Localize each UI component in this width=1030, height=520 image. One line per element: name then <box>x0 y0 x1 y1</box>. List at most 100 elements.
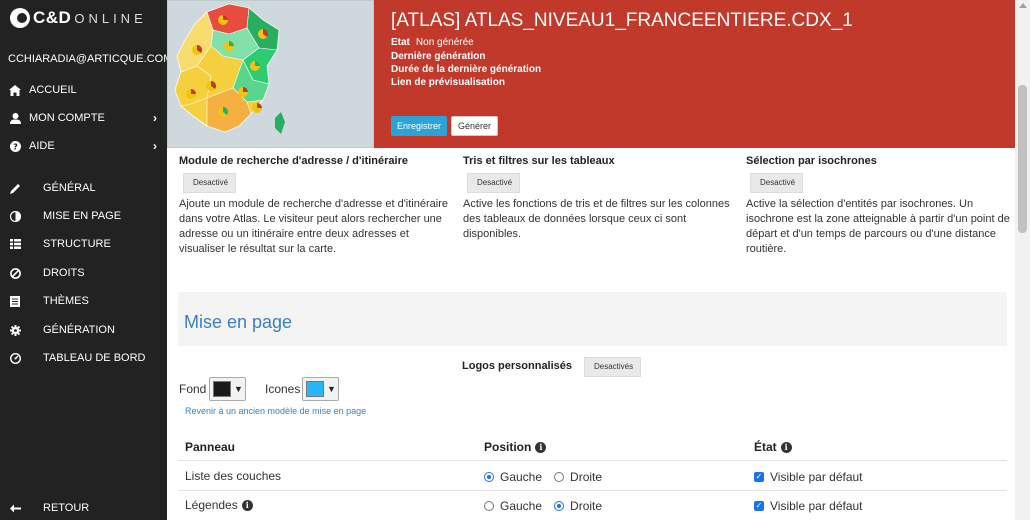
visible-checkbox-cell[interactable]: ✓ Visible par défaut <box>754 470 863 484</box>
sidebar: C&D ONLINE CCHIARADIA@ARTICQUE.COM ACCUE… <box>0 0 172 520</box>
svg-text:?: ? <box>13 142 18 151</box>
radio-button[interactable] <box>554 472 565 482</box>
table-divider <box>178 490 1007 491</box>
sidebar-item-droits[interactable]: DROITS <box>0 261 167 285</box>
radio-label: Droite <box>570 470 603 484</box>
info-icon[interactable]: i <box>535 441 547 453</box>
table-divider <box>178 460 1007 461</box>
home-icon <box>9 84 21 96</box>
generation-duration-label: Durée de la dernière génération <box>391 64 542 75</box>
sidebar-item-label: GÉNÉRATION <box>43 324 115 336</box>
pencil-icon <box>9 182 21 194</box>
info-icon[interactable]: i <box>241 499 253 511</box>
table-row-panel: Légendes i <box>185 498 253 512</box>
sidebar-item-retour[interactable]: RETOUR <box>0 496 167 520</box>
isochrones-toggle[interactable]: Desactivé <box>746 173 804 193</box>
section-title: Mise en page <box>184 312 293 332</box>
preview-link-label: Lien de prévisualisation <box>391 77 505 88</box>
checkbox-label: Visible par défaut <box>770 499 863 513</box>
revert-layout-link[interactable]: Revenir à un ancien modèle de mise en pa… <box>185 406 366 416</box>
sidebar-item-aide[interactable]: ? AIDE › <box>0 134 167 158</box>
sidebar-item-mise-en-page[interactable]: MISE EN PAGE <box>0 204 167 228</box>
app-logo[interactable]: C&D ONLINE <box>10 8 147 28</box>
sidebar-item-generation[interactable]: GÉNÉRATION <box>0 318 167 342</box>
module-description: Active la sélection d'entités par isochr… <box>746 198 1010 255</box>
save-button[interactable]: Enregistrer <box>391 116 448 136</box>
column-header-label: Position <box>484 440 532 454</box>
radio-label: Gauche <box>500 499 543 513</box>
caret-down-icon: ▼ <box>327 384 336 394</box>
module-title: Module de recherche d'adresse / d'itinér… <box>179 155 408 167</box>
caret-down-icon: ▼ <box>234 384 243 394</box>
sidebar-item-structure[interactable]: STRUCTURE <box>0 232 167 256</box>
position-radio-group: Gauche Droite <box>484 470 614 484</box>
arrow-left-icon <box>9 502 21 514</box>
radio-label: Droite <box>570 499 603 513</box>
module-isochrones: Sélection par isochrones Desactivé Activ… <box>746 155 1016 257</box>
fond-color-picker[interactable]: ▼ <box>209 377 246 401</box>
visible-checkbox-cell[interactable]: ✓ Visible par défaut <box>754 499 863 513</box>
sidebar-item-label: STRUCTURE <box>43 238 111 250</box>
scrollbar-thumb[interactable] <box>1018 85 1027 233</box>
sidebar-item-label: RETOUR <box>43 502 90 514</box>
icones-color-swatch <box>306 381 324 397</box>
module-address-search: Module de recherche d'adresse / d'itinér… <box>179 155 449 257</box>
sidebar-item-accueil[interactable]: ACCUEIL <box>0 78 167 102</box>
scroll-up-icon[interactable] <box>1019 3 1027 8</box>
custom-logos-toggle[interactable]: Desactivés <box>580 357 642 377</box>
logo-subtext: ONLINE <box>74 10 147 26</box>
icones-color-picker[interactable]: ▼ <box>302 377 339 401</box>
table-filters-toggle[interactable]: Desactivé <box>463 173 521 193</box>
position-radio-group: Gauche Droite <box>484 499 614 513</box>
position-right-option[interactable]: Droite <box>554 470 602 484</box>
position-left-option[interactable]: Gauche <box>484 499 542 513</box>
position-left-option[interactable]: Gauche <box>484 470 542 484</box>
sidebar-item-mon-compte[interactable]: MON COMPTE › <box>0 106 167 130</box>
radio-button[interactable] <box>484 472 494 482</box>
chevron-right-icon: › <box>153 139 157 153</box>
radio-button[interactable] <box>554 501 565 511</box>
last-generation-label: Dernière génération <box>391 51 486 62</box>
atlas-title: [ATLAS] ATLAS_NIVEAU1_FRANCEENTIERE.CDX_… <box>391 10 853 31</box>
sidebar-item-label: TABLEAU DE BORD <box>43 352 146 364</box>
module-table-filters: Tris et filtres sur les tableaux Desacti… <box>463 155 733 242</box>
column-header-label: Panneau <box>185 440 236 454</box>
sidebar-item-label: ACCUEIL <box>29 84 77 96</box>
user-icon <box>9 112 21 124</box>
module-title: Sélection par isochrones <box>746 155 877 167</box>
table-row-panel: Liste des couches <box>185 469 281 483</box>
list-icon <box>9 295 21 307</box>
layout-section-header: Mise en page <box>178 292 1007 346</box>
etat-value: Non générée <box>415 37 474 48</box>
contrast-icon <box>9 210 21 222</box>
page-scrollbar[interactable] <box>1015 0 1030 520</box>
module-title: Tris et filtres sur les tableaux <box>463 155 615 167</box>
checkbox-checked[interactable]: ✓ <box>754 472 764 482</box>
question-icon: ? <box>9 140 21 152</box>
module-description: Ajoute un module de recherche d'adresse … <box>179 198 448 255</box>
gear-icon <box>9 324 21 336</box>
sidebar-item-themes[interactable]: THÈMES <box>0 289 167 313</box>
panel-name: Légendes <box>185 498 238 512</box>
etat-label: Etat <box>391 37 410 48</box>
atlas-map-thumbnail[interactable] <box>167 0 374 148</box>
fond-color-swatch <box>213 381 231 397</box>
generate-button[interactable]: Générer <box>451 116 499 136</box>
sidebar-item-label: DROITS <box>43 267 85 279</box>
sidebar-item-label: MON COMPTE <box>29 112 105 124</box>
sidebar-item-tableau-de-bord[interactable]: TABLEAU DE BORD <box>0 346 167 370</box>
position-right-option[interactable]: Droite <box>554 499 602 513</box>
user-email[interactable]: CCHIARADIA@ARTICQUE.COM <box>8 53 172 65</box>
custom-logos-label: Logos personnalisés <box>462 360 573 372</box>
checkbox-checked[interactable]: ✓ <box>754 501 764 511</box>
dashboard-icon <box>9 352 21 364</box>
atlas-header: [ATLAS] ATLAS_NIVEAU1_FRANCEENTIERE.CDX_… <box>167 0 1015 148</box>
logo-text: C&D <box>33 8 72 27</box>
sidebar-item-general[interactable]: GÉNÉRAL <box>0 176 167 200</box>
address-search-toggle[interactable]: Desactivé <box>179 173 237 193</box>
radio-label: Gauche <box>500 470 543 484</box>
fond-label: Fond <box>179 382 207 396</box>
info-icon[interactable]: i <box>780 441 792 453</box>
sidebar-item-label: MISE EN PAGE <box>43 210 122 222</box>
radio-button[interactable] <box>484 501 494 511</box>
